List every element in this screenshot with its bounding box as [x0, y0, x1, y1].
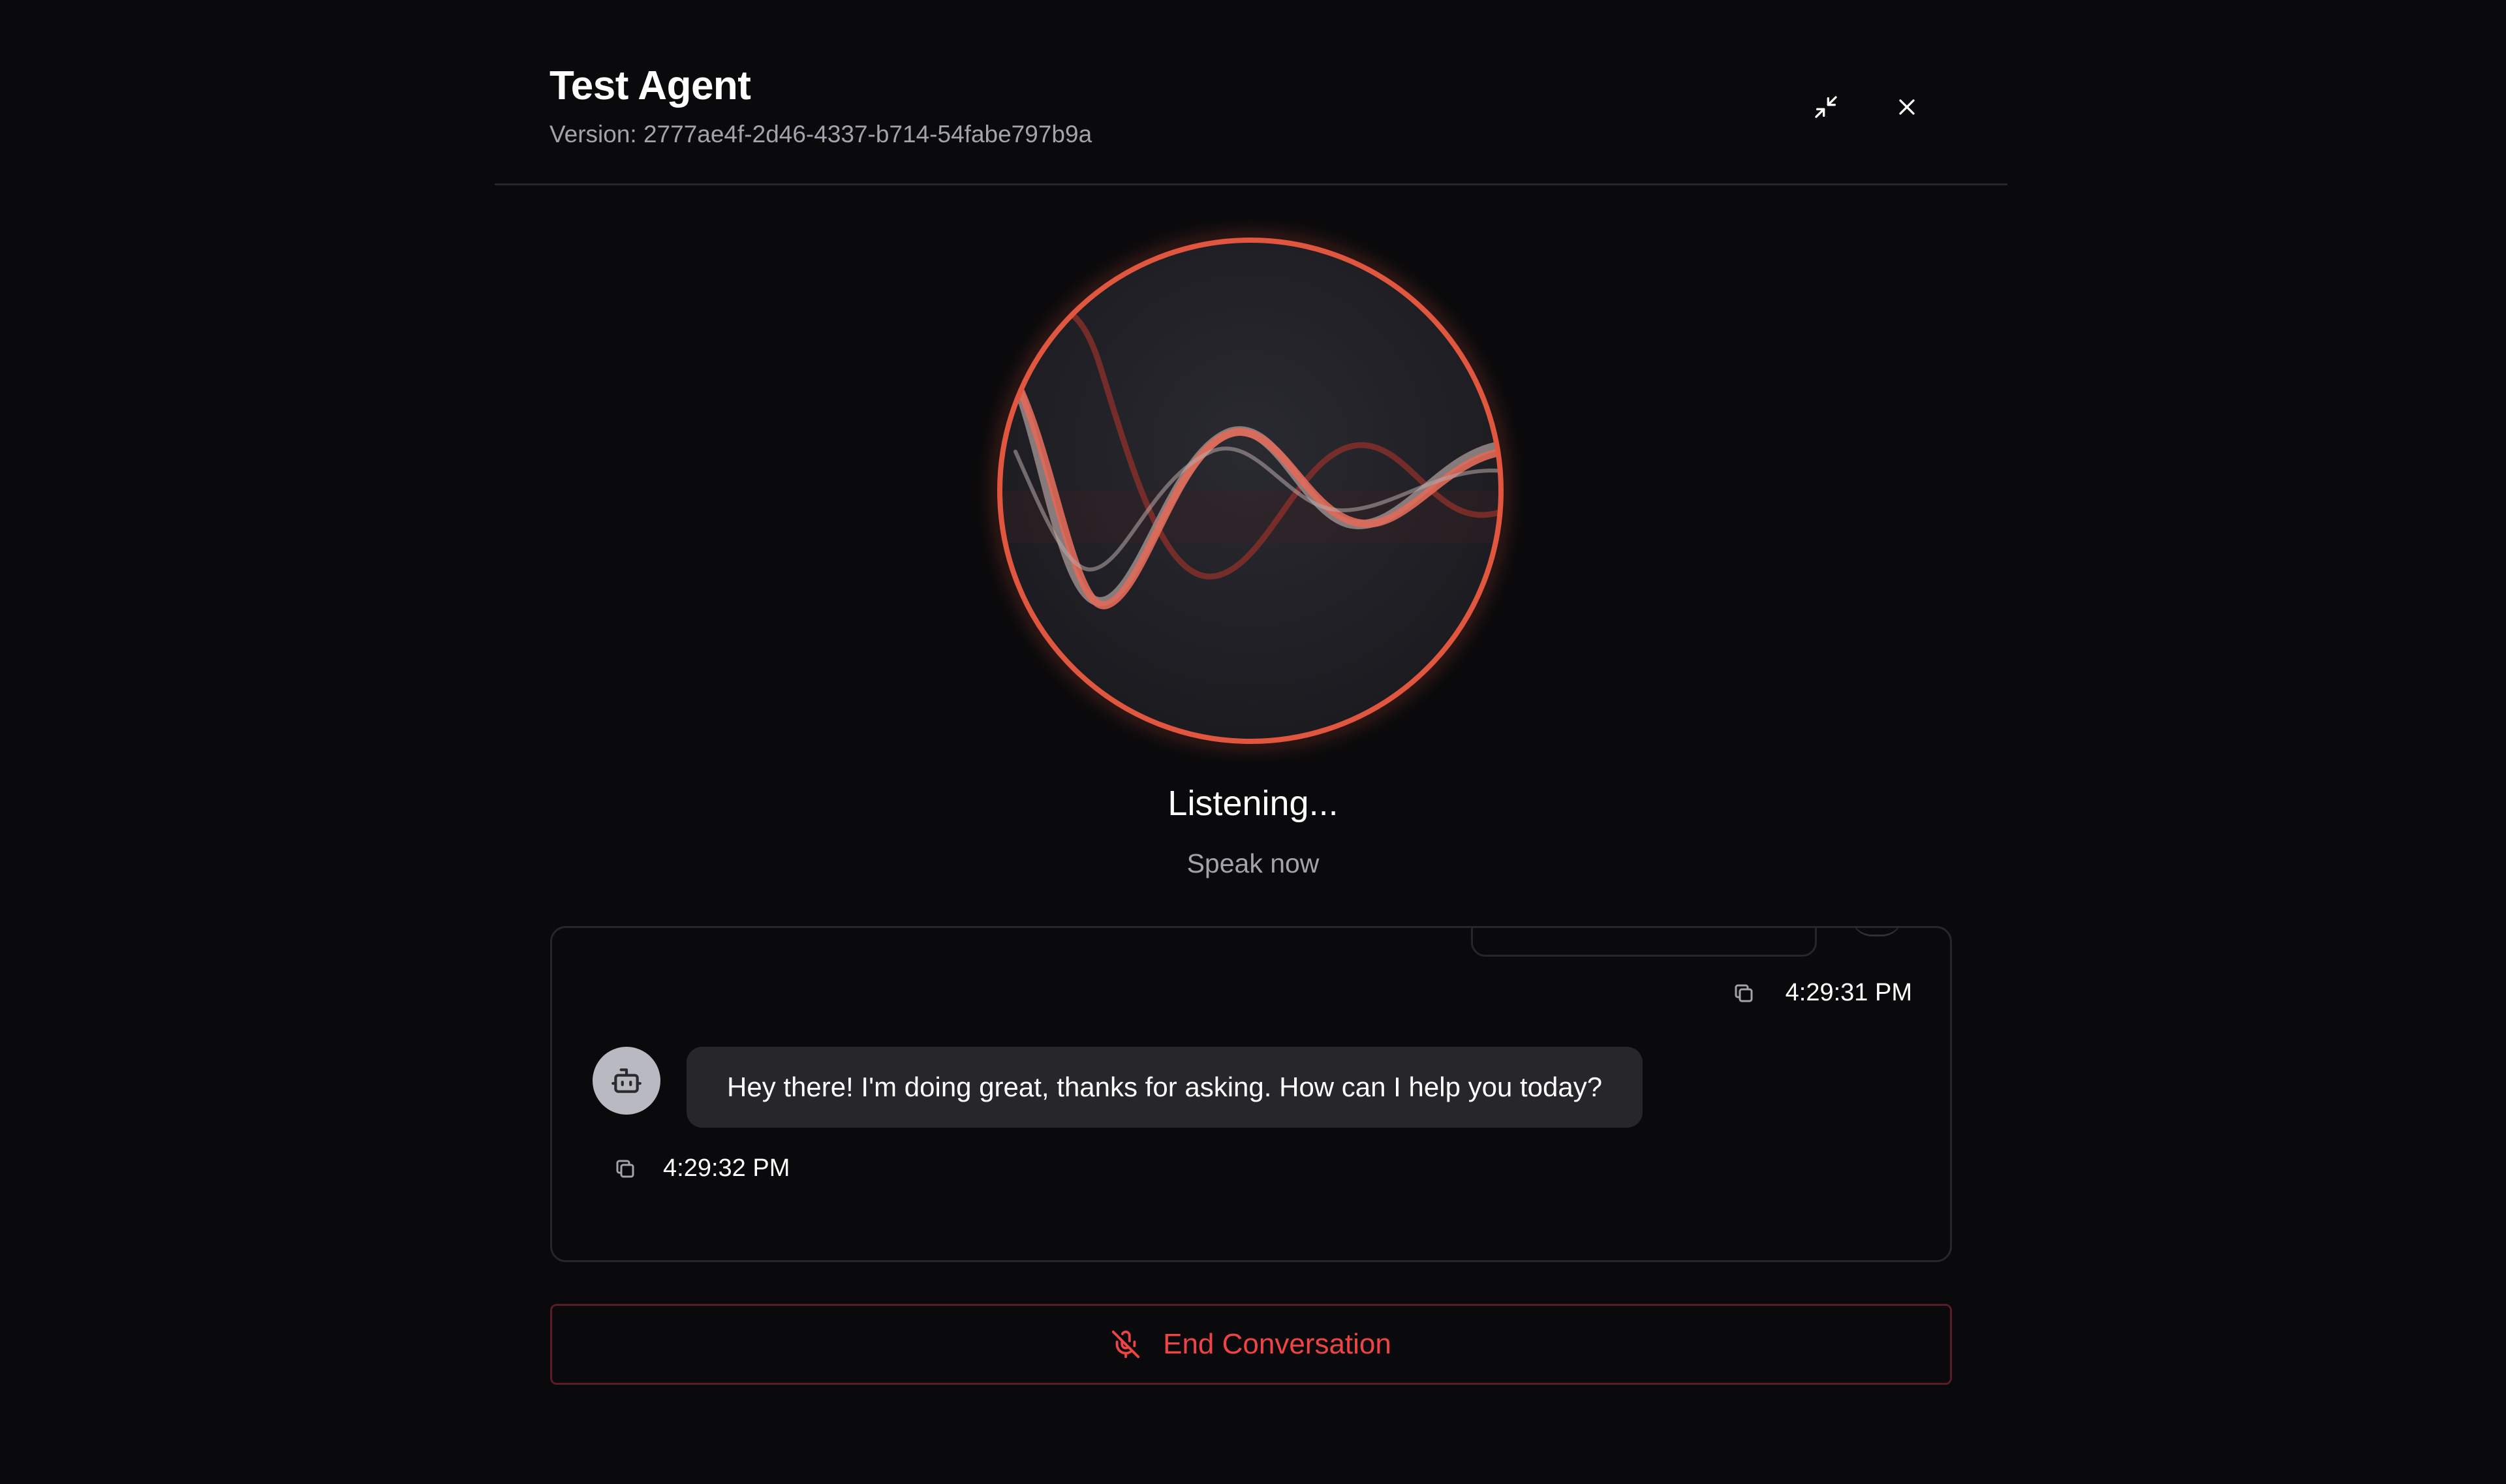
- agent-message-meta: 4:29:32 PM: [612, 1154, 790, 1183]
- copy-icon: [616, 1160, 634, 1177]
- close-icon: [1899, 99, 1915, 115]
- user-message-meta: 4:29:31 PM: [1731, 979, 1912, 1007]
- dialog-header: Test Agent Version: 2777ae4f-2d46-4337-b…: [495, 0, 2007, 185]
- user-message-time: 4:29:31 PM: [1785, 979, 1912, 1006]
- copy-agent-message-button[interactable]: [612, 1156, 638, 1182]
- agent-version: Version: 2777ae4f-2d46-4337-b714-54fabe7…: [549, 121, 1092, 147]
- voice-agent-dialog: Test Agent Version: 2777ae4f-2d46-4337-b…: [0, 0, 2506, 1484]
- end-conversation-button[interactable]: End Conversation: [550, 1304, 1952, 1385]
- agent-avatar: [593, 1047, 660, 1115]
- agent-message-time: 4:29:32 PM: [663, 1154, 790, 1182]
- copy-user-message-button[interactable]: [1731, 980, 1757, 1006]
- close-button[interactable]: [1880, 80, 1934, 134]
- minimize-icon: [1815, 96, 1837, 118]
- bot-icon: [611, 1068, 642, 1093]
- listening-hint: Speak now: [1186, 848, 1320, 878]
- mic-off-icon: [1112, 1330, 1140, 1359]
- previous-user-bubble: [1471, 928, 1817, 957]
- copy-icon: [1735, 984, 1753, 1002]
- minimize-button[interactable]: [1799, 80, 1853, 134]
- listening-status: Listening...: [1168, 784, 1338, 823]
- previous-user-avatar: [1851, 928, 1903, 936]
- transcript-panel[interactable]: 4:29:31 PM Hey there! I'm doing great, t…: [550, 926, 1952, 1262]
- end-conversation-label: End Conversation: [1163, 1328, 1391, 1360]
- agent-title: Test Agent: [549, 63, 751, 108]
- voice-visualizer-orb: [995, 236, 1506, 746]
- agent-message-bubble: Hey there! I'm doing great, thanks for a…: [687, 1047, 1643, 1128]
